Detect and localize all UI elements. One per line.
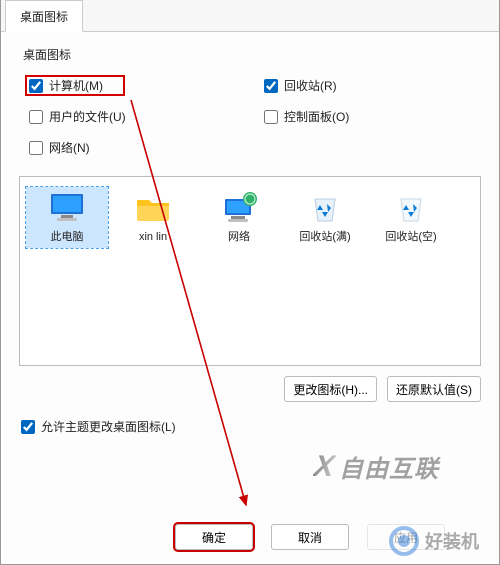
recycle-empty-icon xyxy=(391,191,431,225)
checkbox-userfiles[interactable]: 用户的文件(U) xyxy=(25,106,240,127)
icon-item-recycle-empty[interactable]: 回收站(空) xyxy=(370,187,452,248)
dialog-button-row: 确定 取消 应用 xyxy=(1,524,499,550)
icon-item-recycle-full[interactable]: 回收站(满) xyxy=(284,187,366,248)
icon-label-recycle-full: 回收站(满) xyxy=(299,231,350,244)
checkbox-userfiles-input[interactable] xyxy=(29,110,43,124)
icon-buttons-row: 更改图标(H)... 还原默认值(S) xyxy=(19,376,481,402)
checkbox-computer[interactable]: 计算机(M) xyxy=(25,75,125,96)
ok-button[interactable]: 确定 xyxy=(175,524,253,550)
icon-label-user-folder: xin lin xyxy=(139,231,167,244)
cancel-button[interactable]: 取消 xyxy=(271,524,349,550)
folder-icon xyxy=(133,191,173,225)
checkbox-userfiles-label: 用户的文件(U) xyxy=(49,108,126,125)
icon-label-network: 网络 xyxy=(228,231,250,244)
checkbox-network[interactable]: 网络(N) xyxy=(25,137,240,158)
checkbox-network-label: 网络(N) xyxy=(49,139,90,156)
group-label-desktop-icons: 桌面图标 xyxy=(23,46,481,63)
checkbox-allow-theme[interactable]: 允许主题更改桌面图标(L) xyxy=(19,418,481,435)
recycle-full-icon xyxy=(305,191,345,225)
checkbox-recyclebin-label: 回收站(R) xyxy=(284,77,337,94)
checkbox-controlpanel-input[interactable] xyxy=(264,110,278,124)
watermark-1-text: 自由互联 xyxy=(339,449,439,484)
checkbox-allow-theme-label: 允许主题更改桌面图标(L) xyxy=(41,418,176,435)
tab-desktop-icons[interactable]: 桌面图标 xyxy=(5,0,83,32)
apply-button[interactable]: 应用 xyxy=(367,524,445,550)
checkbox-network-input[interactable] xyxy=(29,141,43,155)
checkbox-controlpanel[interactable]: 控制面板(O) xyxy=(260,106,475,127)
checkbox-recyclebin-input[interactable] xyxy=(264,79,278,93)
desktop-icon-settings-window: 桌面图标 桌面图标 计算机(M) 回收站(R) 用户的文件(U) 控制面板(O) xyxy=(0,0,500,565)
monitor-icon xyxy=(47,191,87,225)
watermark-x-icon: X xyxy=(312,450,338,484)
network-icon xyxy=(219,191,259,225)
icon-item-this-pc[interactable]: 此电脑 xyxy=(26,187,108,248)
checkbox-recyclebin[interactable]: 回收站(R) xyxy=(260,75,475,96)
icon-label-recycle-empty: 回收站(空) xyxy=(385,231,436,244)
dialog-content: 桌面图标 计算机(M) 回收站(R) 用户的文件(U) 控制面板(O) 网络(N… xyxy=(1,32,499,445)
checkbox-allow-theme-input[interactable] xyxy=(21,420,35,434)
icon-item-user-folder[interactable]: xin lin xyxy=(112,187,194,248)
watermark-1: X 自由互联 xyxy=(314,449,439,484)
icon-preview-panel: 此电脑 xin lin xyxy=(19,176,481,366)
checkbox-controlpanel-label: 控制面板(O) xyxy=(284,108,349,125)
checkbox-computer-input[interactable] xyxy=(29,79,43,93)
restore-default-button[interactable]: 还原默认值(S) xyxy=(387,376,481,402)
icon-item-network[interactable]: 网络 xyxy=(198,187,280,248)
desktop-icons-checkbox-group: 计算机(M) 回收站(R) 用户的文件(U) 控制面板(O) 网络(N) xyxy=(19,69,481,168)
tab-strip: 桌面图标 xyxy=(1,0,499,32)
icon-label-this-pc: 此电脑 xyxy=(51,231,84,244)
checkbox-computer-label: 计算机(M) xyxy=(49,77,103,94)
change-icon-button[interactable]: 更改图标(H)... xyxy=(284,376,377,402)
